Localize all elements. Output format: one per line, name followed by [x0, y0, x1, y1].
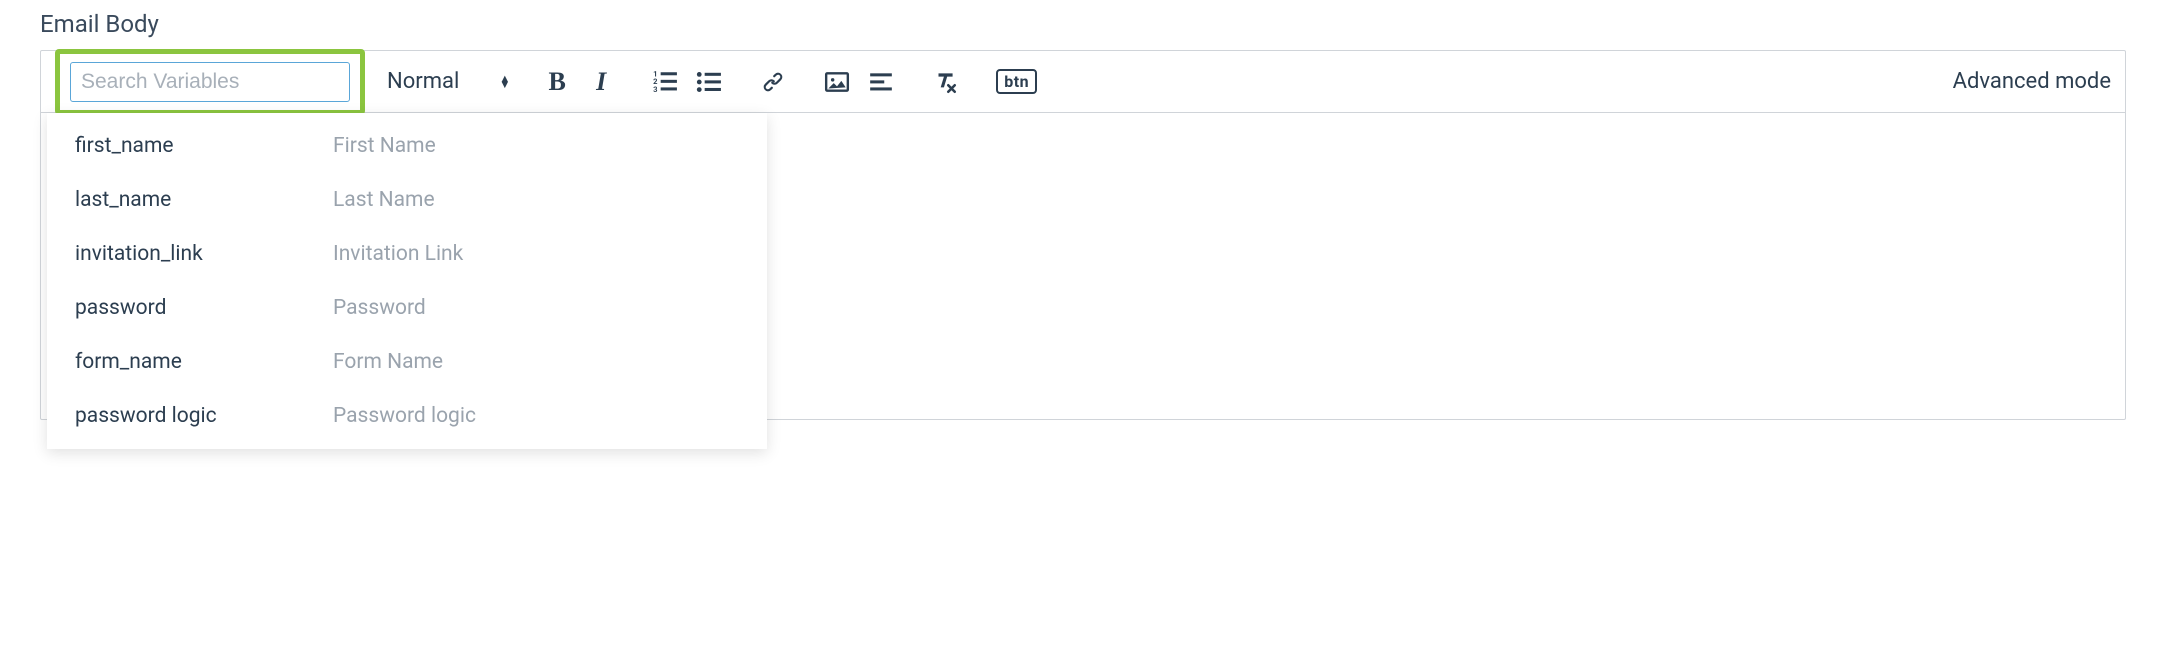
- media-group: [824, 69, 894, 95]
- sort-icon: ▲▼: [499, 76, 510, 88]
- image-button[interactable]: [824, 69, 850, 95]
- variable-label: Password logic: [333, 404, 476, 428]
- email-editor: Normal ▲▼ B I 1 2 3: [40, 50, 2126, 420]
- unordered-list-button[interactable]: [696, 69, 722, 95]
- variable-label: Password: [333, 296, 426, 320]
- link-button[interactable]: [760, 69, 786, 95]
- variable-label: Form Name: [333, 350, 443, 374]
- text-style-group: B I: [544, 69, 614, 95]
- button-group: btn: [996, 69, 1037, 94]
- svg-text:3: 3: [653, 84, 657, 93]
- italic-button[interactable]: I: [588, 69, 614, 95]
- editor-toolbar: Normal ▲▼ B I 1 2 3: [41, 51, 2125, 113]
- variable-label: Last Name: [333, 188, 435, 212]
- section-title: Email Body: [40, 10, 2126, 38]
- clear-group: [932, 69, 958, 95]
- bold-button[interactable]: B: [544, 69, 570, 95]
- variable-option[interactable]: last_name Last Name: [47, 173, 767, 227]
- insert-button[interactable]: btn: [996, 69, 1037, 94]
- variable-label: Invitation Link: [333, 242, 463, 266]
- list-group: 1 2 3: [652, 69, 722, 95]
- variable-label: First Name: [333, 134, 436, 158]
- link-group: [760, 69, 786, 95]
- variable-option[interactable]: password logic Password logic: [47, 389, 767, 443]
- variable-key: first_name: [75, 134, 333, 158]
- advanced-mode-link[interactable]: Advanced mode: [1953, 69, 2111, 94]
- variable-option[interactable]: form_name Form Name: [47, 335, 767, 389]
- variable-key: form_name: [75, 350, 333, 374]
- ordered-list-button[interactable]: 1 2 3: [652, 69, 678, 95]
- search-highlight-box: [55, 49, 365, 115]
- format-select-label: Normal: [387, 69, 459, 94]
- variable-key: invitation_link: [75, 242, 333, 266]
- variable-key: last_name: [75, 188, 333, 212]
- variable-key: password logic: [75, 404, 333, 428]
- variable-key: password: [75, 296, 333, 320]
- variable-option[interactable]: first_name First Name: [47, 119, 767, 173]
- variable-option[interactable]: invitation_link Invitation Link: [47, 227, 767, 281]
- variable-option[interactable]: password Password: [47, 281, 767, 335]
- search-variables-input[interactable]: [70, 62, 350, 102]
- align-button[interactable]: [868, 69, 894, 95]
- clear-format-button[interactable]: [932, 69, 958, 95]
- variables-dropdown: first_name First Name last_name Last Nam…: [47, 113, 767, 449]
- format-select[interactable]: Normal ▲▼: [381, 69, 516, 94]
